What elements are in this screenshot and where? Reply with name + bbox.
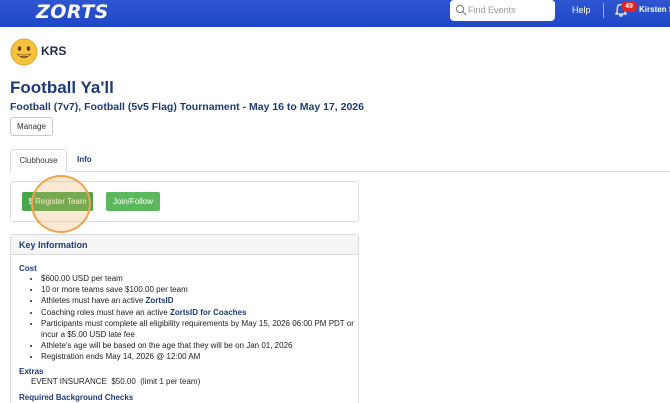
- key-information-header: Key Information: [11, 235, 358, 255]
- list-item: Registration ends May 14, 2026 @ 12:00 A…: [41, 351, 354, 362]
- zorts-logo[interactable]: ZORTS: [36, 1, 109, 23]
- smiley-face-icon: [10, 38, 38, 66]
- extras-line: EVENT INSURANCE $50.00 (limit 1 per team…: [31, 377, 201, 386]
- cost-list: $600.00 USD per team 10 or more teams sa…: [33, 273, 354, 363]
- key-information-title: Key Information: [19, 240, 88, 250]
- list-item: Athletes must have an active ZortsID: [41, 295, 354, 306]
- list-item: Participants must complete all eligibili…: [41, 318, 354, 340]
- nav-divider: [603, 3, 604, 18]
- notification-badge[interactable]: 49: [621, 1, 637, 12]
- event-title: Football Ya'll: [10, 78, 114, 97]
- list-item: Coaching roles must have an active Zorts…: [41, 307, 354, 318]
- zortsid-coaches-link[interactable]: ZortsID for Coaches: [170, 308, 246, 317]
- join-follow-button[interactable]: Join/Follow: [106, 192, 160, 211]
- event-subtitle: Football (7v7), Football (5v5 Flag) Tour…: [10, 101, 364, 113]
- background-checks-label: Required Background Checks: [19, 393, 134, 402]
- list-item: 10 or more teams save $100.00 per team: [41, 284, 354, 295]
- search-icon: [455, 4, 467, 16]
- list-item: Athlete's age will be based on the age t…: [41, 340, 354, 351]
- manage-button[interactable]: Manage: [10, 117, 53, 136]
- tab-info[interactable]: Info: [77, 155, 92, 164]
- user-menu[interactable]: Kirsten S: [639, 5, 670, 14]
- click-indicator: [31, 175, 91, 233]
- search-box[interactable]: [450, 0, 555, 21]
- org-name[interactable]: KRS: [41, 44, 66, 58]
- help-link[interactable]: Help: [572, 5, 591, 15]
- list-item: $600.00 USD per team: [41, 273, 354, 284]
- extras-label: Extras: [19, 367, 44, 376]
- cost-label: Cost: [19, 264, 37, 273]
- tabs-divider: [10, 171, 670, 172]
- zortsid-link[interactable]: ZortsID: [146, 296, 174, 305]
- top-navbar: ZORTS Help 49 Kirsten S: [0, 0, 670, 27]
- search-input[interactable]: [468, 2, 552, 18]
- tab-clubhouse[interactable]: Clubhouse: [10, 149, 67, 172]
